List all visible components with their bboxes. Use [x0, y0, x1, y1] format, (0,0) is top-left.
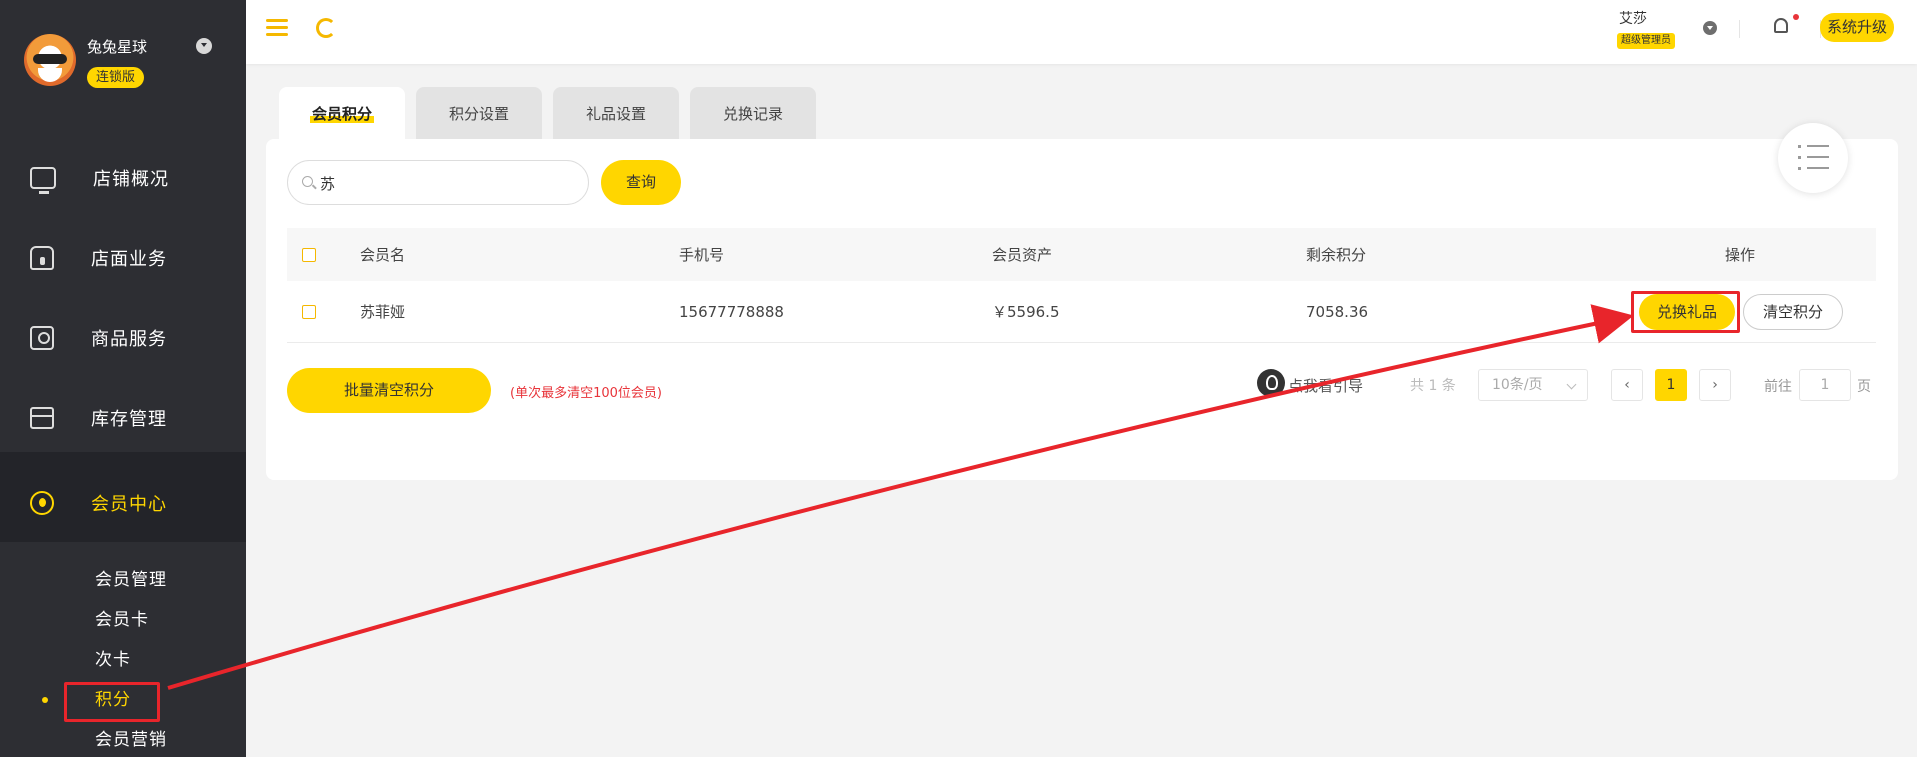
column-header: 会员资产 [992, 246, 1053, 264]
profile: 兔兔星球 连锁版 [0, 0, 246, 160]
subnav-label: 会员营销 [95, 730, 167, 750]
user-role-badge: 超级管理员 [1617, 33, 1675, 49]
store-name: 兔兔星球 [87, 38, 148, 56]
upgrade-button[interactable]: 系统升级 [1820, 13, 1895, 42]
tab-points-settings[interactable]: 积分设置 [416, 87, 542, 139]
sidebar: 兔兔星球 连锁版 店铺概况 店面业务 商品服务 库存管理 会员中心 会员管理 会… [0, 0, 246, 757]
clear-points-button[interactable]: 清空积分 [1743, 293, 1843, 330]
avatar[interactable] [24, 34, 76, 86]
sidebar-item-label: 商品服务 [91, 329, 167, 350]
select-all-checkbox[interactable] [302, 247, 316, 262]
sidebar-item-goods-service[interactable]: 商品服务 [0, 298, 246, 378]
tab-label: 礼品设置 [585, 105, 646, 123]
monitor-icon [30, 167, 56, 194]
tab-member-points[interactable]: 会员积分 [279, 87, 405, 139]
member-phone: 15677778888 [679, 302, 784, 321]
list-icon[interactable] [1778, 123, 1848, 193]
sidebar-item-label: 店铺概况 [93, 169, 169, 190]
batch-clear-note: (单次最多清空100位会员) [510, 386, 662, 401]
menu-toggle-icon[interactable] [266, 19, 288, 37]
column-header: 操作 [1725, 246, 1756, 264]
table-header: 会员名 手机号 会员资产 剩余积分 操作 [287, 228, 1876, 281]
subnav-label: 会员卡 [95, 610, 149, 630]
member-points: 7058.36 [1306, 302, 1369, 321]
total-count: 共 1 条 [1410, 378, 1456, 394]
search-input[interactable] [320, 169, 570, 197]
chevron-down-icon[interactable] [1703, 21, 1717, 35]
member-icon [30, 491, 54, 515]
subnav-item-times-card[interactable]: 次卡 [0, 640, 246, 680]
member-assets: ￥5596.5 [992, 303, 1060, 321]
goto-page-input[interactable]: 1 [1799, 369, 1851, 401]
bell-icon[interactable] [1774, 18, 1788, 33]
top-bar: 艾莎 超级管理员 系统升级 [246, 0, 1917, 64]
tab-label: 兑换记录 [722, 105, 783, 123]
sidebar-item-label: 库存管理 [91, 409, 167, 430]
box-icon [30, 407, 54, 429]
member-name: 苏菲娅 [360, 303, 406, 321]
subnav-label: 次卡 [95, 650, 131, 670]
goto-suffix: 页 [1857, 379, 1871, 395]
sidebar-item-member-center[interactable]: 会员中心 [0, 458, 246, 548]
sidebar-subnav: 会员管理 会员卡 次卡 积分 会员营销 [0, 560, 246, 757]
refresh-icon[interactable] [316, 18, 336, 38]
bag-icon [30, 326, 54, 350]
annotation-highlight-exchange [1631, 291, 1740, 333]
active-dot [42, 697, 48, 703]
next-page-button[interactable]: › [1699, 369, 1731, 401]
sidebar-nav: 店铺概况 店面业务 商品服务 库存管理 会员中心 [0, 138, 246, 548]
subnav-item-member-management[interactable]: 会员管理 [0, 560, 246, 600]
subnav-label: 会员管理 [95, 570, 167, 590]
sidebar-item-inventory[interactable]: 库存管理 [0, 378, 246, 458]
lightbulb-icon[interactable] [1257, 369, 1285, 397]
subnav-item-member-card[interactable]: 会员卡 [0, 600, 246, 640]
edition-badge: 连锁版 [87, 67, 145, 88]
page-number-button[interactable]: 1 [1655, 369, 1687, 401]
store-icon [30, 246, 54, 270]
page-size-select[interactable]: 10条/页 [1478, 369, 1588, 401]
user-name[interactable]: 艾莎 [1619, 8, 1647, 28]
search-icon [302, 176, 313, 187]
subnav-item-member-marketing[interactable]: 会员营销 [0, 720, 246, 757]
notification-dot [1793, 14, 1799, 20]
search-box[interactable] [287, 160, 589, 205]
query-button[interactable]: 查询 [601, 160, 681, 205]
tab-bar: 会员积分 积分设置 礼品设置 兑换记录 [279, 87, 827, 139]
goto-label: 前往 [1764, 379, 1792, 395]
tab-exchange-records[interactable]: 兑换记录 [690, 87, 816, 139]
tab-gift-settings[interactable]: 礼品设置 [553, 87, 679, 139]
guide-link[interactable]: 点我看引导 [1288, 375, 1363, 396]
annotation-highlight-points [64, 682, 160, 722]
column-header: 手机号 [679, 246, 725, 264]
tab-label: 积分设置 [448, 105, 509, 123]
sidebar-item-label: 会员中心 [91, 494, 167, 515]
row-checkbox[interactable] [302, 304, 316, 319]
chevron-down-icon[interactable] [196, 38, 212, 54]
divider [1739, 20, 1740, 38]
sidebar-item-store-business[interactable]: 店面业务 [0, 218, 246, 298]
sidebar-item-label: 店面业务 [91, 249, 167, 270]
tab-label: 会员积分 [309, 105, 374, 123]
column-header: 会员名 [360, 246, 406, 264]
column-header: 剩余积分 [1306, 246, 1367, 264]
prev-page-button[interactable]: ‹ [1611, 369, 1643, 401]
batch-clear-points-button[interactable]: 批量清空积分 [287, 368, 491, 413]
sidebar-item-store-overview[interactable]: 店铺概况 [0, 138, 246, 218]
